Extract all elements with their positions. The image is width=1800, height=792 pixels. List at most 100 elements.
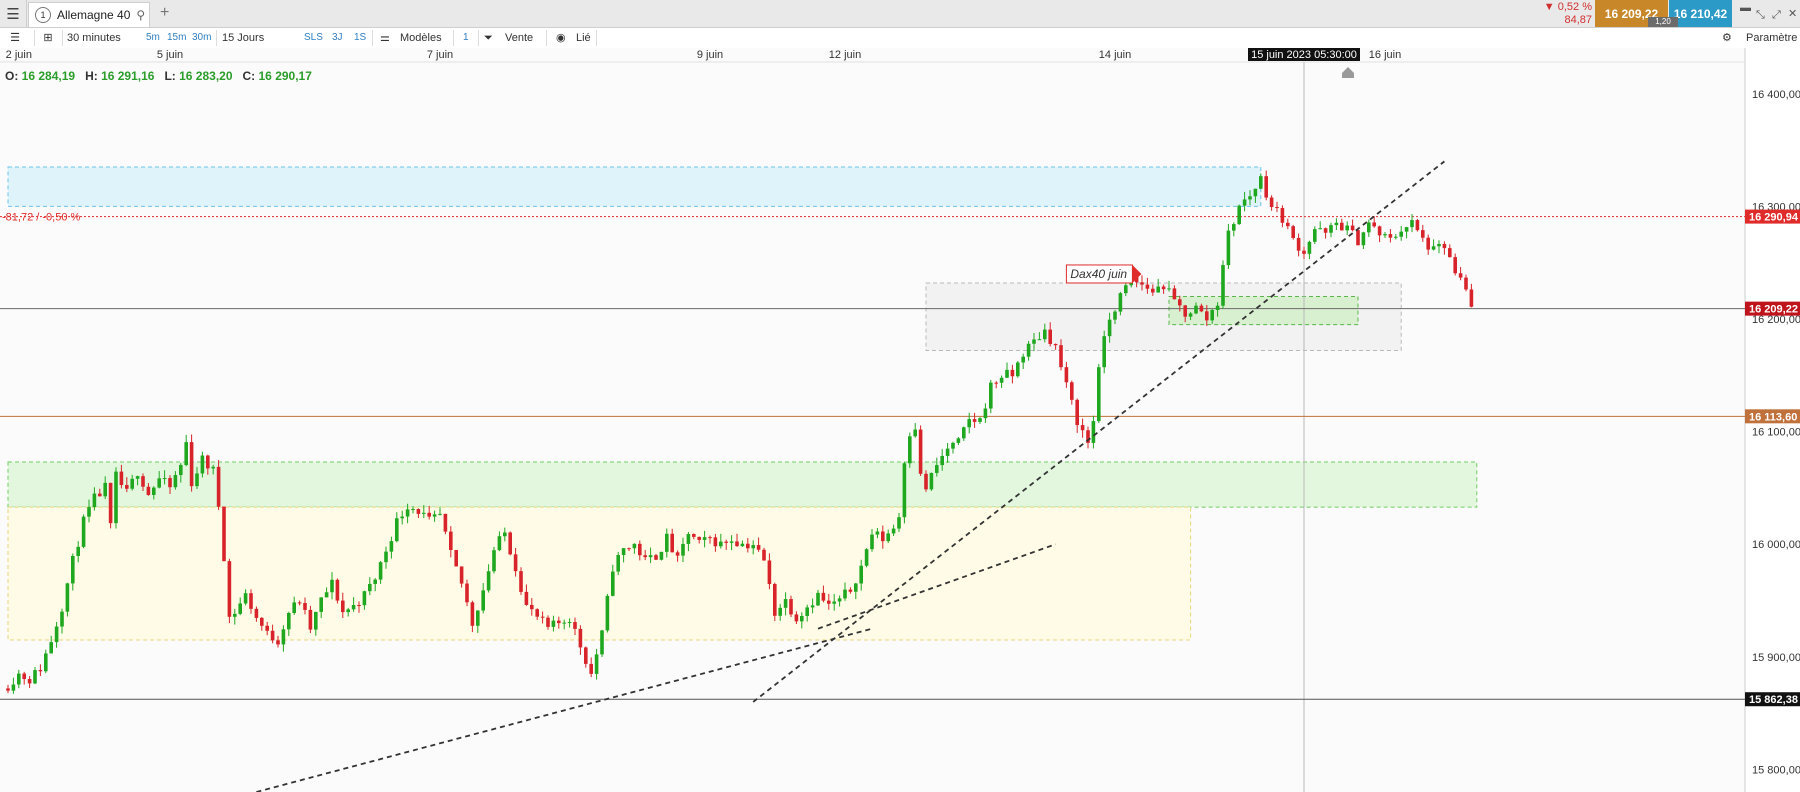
candle-body [179,465,183,476]
candle-body [1421,230,1425,238]
gear-icon[interactable]: ⚙ [1722,28,1732,48]
candle-body [530,604,534,610]
candle-body [1151,288,1155,293]
candle-body [108,482,113,524]
candle-body [908,436,912,464]
candle-body [22,673,26,680]
candle-body [400,516,404,519]
candle-body [1010,369,1015,377]
search-icon[interactable]: ⚲ [136,8,145,22]
chart-area[interactable]: 2 juin 5 juin 7 juin 9 juin 12 juin 14 juin 16… [0,48,1800,792]
candle-body [902,463,907,518]
models-icon[interactable]: ⚌ [380,28,390,48]
candle-body [1124,285,1128,294]
candle-body [260,617,264,626]
candle-body [1286,222,1290,227]
candle-body [972,419,977,422]
candle-body [557,620,561,624]
candle-body [837,598,842,602]
x-tick-label: 12 juin [829,49,861,61]
candle-body [929,472,934,490]
linked-button[interactable]: Lié [576,28,591,48]
divider [216,30,217,46]
candle-body [513,554,518,572]
candle-body [157,478,161,488]
candle-body [1145,284,1150,289]
candle-body [578,628,583,648]
layout-icon[interactable]: ⊞ [38,28,58,48]
candle-body [81,516,86,547]
x-tick-label: 2 juin [6,49,32,61]
candle-body [454,549,458,567]
candle-body [1237,205,1241,225]
candle-body [1053,343,1058,346]
candle-body [940,455,944,466]
candle-body [1350,225,1355,231]
candle-body [999,377,1004,383]
period-3j-button[interactable]: 3J [332,28,343,48]
candle-body [276,640,280,645]
hamburger-icon[interactable]: ☰ [0,0,27,27]
period-select[interactable]: 15 Jours [222,28,264,48]
expand-icon[interactable]: ⤢ [1772,9,1781,22]
shrink-icon[interactable]: ⤡ [1756,9,1765,22]
candle-body [751,545,755,549]
support-zone [7,461,1478,508]
candle-body [222,506,226,562]
period-1s-button[interactable]: 1S [354,28,366,48]
divider [372,30,373,46]
candle-body [162,478,167,480]
candle-body [805,607,809,616]
interval-5m-button[interactable]: 5m [146,28,160,48]
y-tick-label: 16 000,00 [1752,539,1800,551]
settings-button[interactable]: Paramètre [1746,28,1797,48]
interval-select[interactable]: 30 minutes [67,28,121,48]
candle-body [864,549,869,566]
candle-body [1410,220,1414,228]
candle-body [1178,299,1182,306]
candle-body [1275,207,1279,209]
candle-body [1442,243,1447,249]
one-button[interactable]: 1 [463,28,469,48]
candle-body [924,473,928,490]
interval-15m-button[interactable]: 15m [167,28,186,48]
candle-body [65,583,70,612]
candle-body [778,607,782,616]
candle-body [265,625,269,631]
candle-body [983,408,988,419]
interval-30m-button[interactable]: 30m [192,28,211,48]
candle-body [951,442,955,449]
candle-body [378,562,383,580]
candle-body [1037,339,1042,341]
candle-body [459,566,464,584]
tab-allemagne-40[interactable]: 1 Allemagne 40 ⚲ [28,2,150,27]
candle-body [1426,237,1430,250]
candle-body [702,537,707,540]
close-icon[interactable]: ✕ [1788,7,1797,20]
price-chart[interactable]: 2 juin 5 juin 7 juin 9 juin 12 juin 14 juin 16… [0,48,1800,792]
prev-close-label: -81,72 / -0,50 % [2,212,80,224]
list-icon[interactable]: ☰ [4,28,26,48]
tab-bar: ☰ 1 Allemagne 40 ⚲ + ▼ 0,52 % 84,87 16 2… [0,0,1800,28]
candle-body [335,579,340,601]
candle-body [789,599,793,615]
models-button[interactable]: Modèles [400,28,442,48]
link-icon[interactable]: ◉ [556,28,566,48]
candle-body [432,514,437,517]
candle-body [967,419,971,428]
sell-button[interactable]: Vente [505,28,533,48]
candle-body [1140,282,1144,285]
pin-icon[interactable]: ▬ [1740,2,1751,14]
candle-body [875,531,880,535]
period-sls-button[interactable]: SLS [304,28,323,48]
candle-body [373,579,377,584]
plus-icon[interactable]: + [160,4,169,22]
candle-body [800,615,804,622]
candle-body [92,493,97,508]
candle-body [497,536,502,551]
sell-icon[interactable]: ⏷ [484,28,493,48]
ask-button[interactable]: 16 210,42 [1669,0,1732,27]
candle-body [481,590,485,611]
candle-body [551,620,556,627]
candle-body [287,613,291,630]
